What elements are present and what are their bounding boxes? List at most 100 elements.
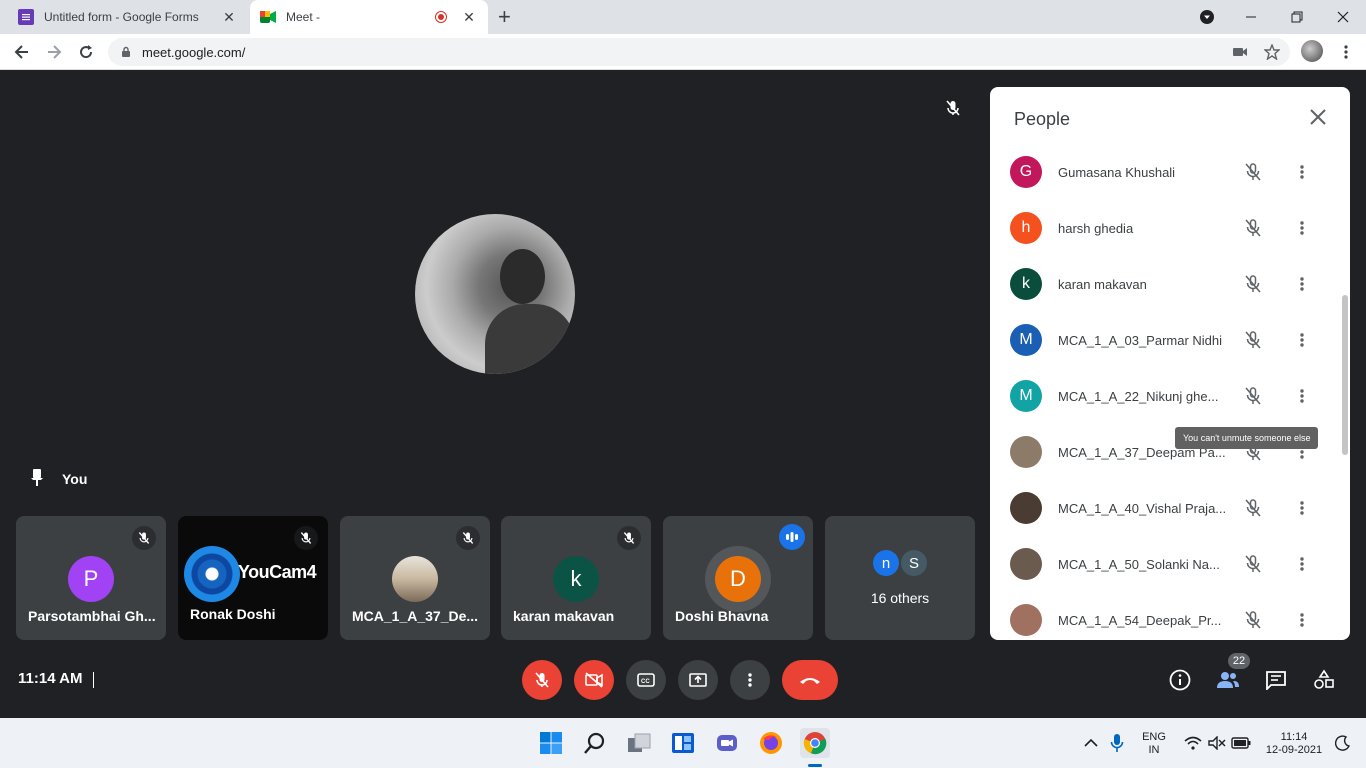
- minimize-icon[interactable]: [1228, 0, 1274, 34]
- participant-name: MCA_1_A_22_Nikunj ghe...: [1058, 388, 1219, 404]
- system-clock[interactable]: 11:14 12-09-2021: [1256, 731, 1332, 757]
- participant-row[interactable]: G Gumasana Khushali: [990, 144, 1350, 200]
- avatar: [1010, 604, 1042, 636]
- tab-search-icon[interactable]: [1184, 0, 1230, 34]
- more-options-icon[interactable]: [1296, 497, 1308, 519]
- participant-row[interactable]: k karan makavan: [990, 256, 1350, 312]
- muted-mic-icon: [617, 526, 641, 550]
- panel-title: People: [1014, 109, 1071, 129]
- participant-tile[interactable]: MCA_1_A_37_De...: [340, 516, 490, 640]
- muted-mic-icon[interactable]: [1242, 217, 1264, 239]
- avatar: M: [1010, 380, 1042, 412]
- participant-row[interactable]: h harsh ghedia: [990, 200, 1350, 256]
- back-arrow-icon[interactable]: [10, 40, 34, 64]
- more-options-icon[interactable]: [1296, 385, 1308, 407]
- forward-arrow-icon[interactable]: [42, 40, 66, 64]
- participant-name: Doshi Bhavna: [675, 608, 769, 624]
- muted-mic-icon[interactable]: [1242, 273, 1264, 295]
- chat-icon[interactable]: [1264, 668, 1288, 692]
- participant-tile[interactable]: P Parsotambhai Gh...: [16, 516, 166, 640]
- reload-icon[interactable]: [74, 40, 98, 64]
- captions-button[interactable]: CC: [626, 660, 666, 700]
- clock-time: 11:14: [1280, 731, 1308, 743]
- new-tab-button[interactable]: +: [498, 6, 511, 28]
- youcam-logo-icon: [184, 546, 240, 602]
- close-icon[interactable]: [1310, 109, 1326, 130]
- more-options-icon[interactable]: [1296, 273, 1308, 295]
- people-count-badge: 22: [1228, 653, 1250, 669]
- search-icon[interactable]: [580, 728, 610, 758]
- active-app-indicator: [808, 764, 822, 767]
- meeting-details-icon[interactable]: [1168, 668, 1192, 692]
- avatar: [1010, 436, 1042, 468]
- teams-chat-icon[interactable]: [712, 728, 742, 758]
- participant-tile[interactable]: D Doshi Bhavna: [663, 516, 813, 640]
- widgets-icon[interactable]: [668, 728, 698, 758]
- meeting-time: 11:14 AM: [18, 670, 83, 687]
- leave-call-button[interactable]: [782, 660, 838, 700]
- speaking-indicator-icon: [779, 524, 805, 550]
- muted-mic-icon[interactable]: [1242, 553, 1264, 575]
- participant-name: Ronak Doshi: [190, 606, 276, 622]
- participant-name: MCA_1_A_40_Vishal Praja...: [1058, 500, 1227, 516]
- participant-row[interactable]: MCA_1_A_40_Vishal Praja...: [990, 480, 1350, 536]
- language-code: ENG: [1142, 731, 1166, 743]
- camera-permission-icon[interactable]: [1228, 40, 1252, 64]
- participant-name: Parsotambhai Gh...: [28, 608, 156, 624]
- activities-icon[interactable]: [1312, 668, 1336, 692]
- people-panel: People G Gumasana Khushali h harsh ghedia k k…: [990, 87, 1350, 640]
- avatar: [1010, 492, 1042, 524]
- avatar: n: [873, 550, 899, 576]
- participant-tile[interactable]: k karan makavan: [501, 516, 651, 640]
- others-tile[interactable]: n S 16 others: [825, 516, 975, 640]
- avatar: k: [553, 556, 599, 602]
- muted-mic-icon[interactable]: [1242, 329, 1264, 351]
- more-options-icon[interactable]: [1296, 161, 1308, 183]
- browser-menu-icon[interactable]: [1334, 40, 1358, 64]
- participant-name: Gumasana Khushali: [1058, 164, 1176, 180]
- participant-row[interactable]: MCA_1_A_54_Deepak_Pr...: [990, 592, 1350, 640]
- muted-mic-icon[interactable]: [1242, 161, 1264, 183]
- task-view-icon[interactable]: [624, 728, 654, 758]
- muted-mic-icon: [456, 526, 480, 550]
- close-window-icon[interactable]: [1320, 0, 1366, 34]
- scrollbar[interactable]: [1342, 295, 1348, 455]
- more-options-icon[interactable]: [1296, 329, 1308, 351]
- meet-stage: You P Parsotambhai Gh... YouCam4 Ronak D…: [0, 71, 1366, 718]
- bookmark-star-icon[interactable]: [1260, 40, 1284, 64]
- youcam-logo-text: YouCam4: [238, 562, 317, 582]
- muted-mic-icon[interactable]: [1242, 497, 1264, 519]
- tab-meet[interactable]: Meet - ✕: [250, 0, 488, 34]
- restore-icon[interactable]: [1274, 0, 1320, 34]
- input-language-indicator[interactable]: ENG IN: [1138, 731, 1170, 757]
- address-bar[interactable]: meet.google.com/: [108, 38, 1290, 66]
- profile-avatar[interactable]: [1301, 40, 1323, 62]
- more-options-button[interactable]: [730, 660, 770, 700]
- participant-row[interactable]: M MCA_1_A_22_Nikunj ghe...: [990, 368, 1350, 424]
- avatar: h: [1010, 212, 1042, 244]
- participant-tile[interactable]: YouCam4 Ronak Doshi: [178, 516, 328, 640]
- participant-row[interactable]: MCA_1_A_50_Solanki Na...: [990, 536, 1350, 592]
- close-tab-icon[interactable]: ✕: [460, 9, 478, 26]
- chrome-icon[interactable]: [800, 728, 830, 758]
- more-options-icon[interactable]: [1296, 217, 1308, 239]
- focus-assist-moon-icon[interactable]: [1328, 728, 1358, 758]
- present-screen-button[interactable]: [678, 660, 718, 700]
- people-icon[interactable]: [1216, 668, 1240, 692]
- avatar: S: [901, 550, 927, 576]
- more-options-icon[interactable]: [1296, 609, 1308, 631]
- firefox-icon[interactable]: [756, 728, 786, 758]
- mic-toggle-button[interactable]: [522, 660, 562, 700]
- microphone-in-use-icon[interactable]: [1102, 728, 1132, 758]
- muted-mic-icon[interactable]: [1242, 609, 1264, 631]
- windows-start-icon[interactable]: [536, 728, 566, 758]
- tab-google-forms[interactable]: Untitled form - Google Forms ✕: [8, 0, 248, 34]
- more-options-icon[interactable]: [1296, 553, 1308, 575]
- close-tab-icon[interactable]: ✕: [220, 9, 238, 26]
- muted-mic-icon[interactable]: [1242, 385, 1264, 407]
- participant-row[interactable]: M MCA_1_A_03_Parmar Nidhi: [990, 312, 1350, 368]
- battery-icon[interactable]: [1226, 728, 1256, 758]
- svg-text:CC: CC: [641, 679, 650, 685]
- camera-toggle-button[interactable]: [574, 660, 614, 700]
- presenter-avatar: [415, 214, 575, 374]
